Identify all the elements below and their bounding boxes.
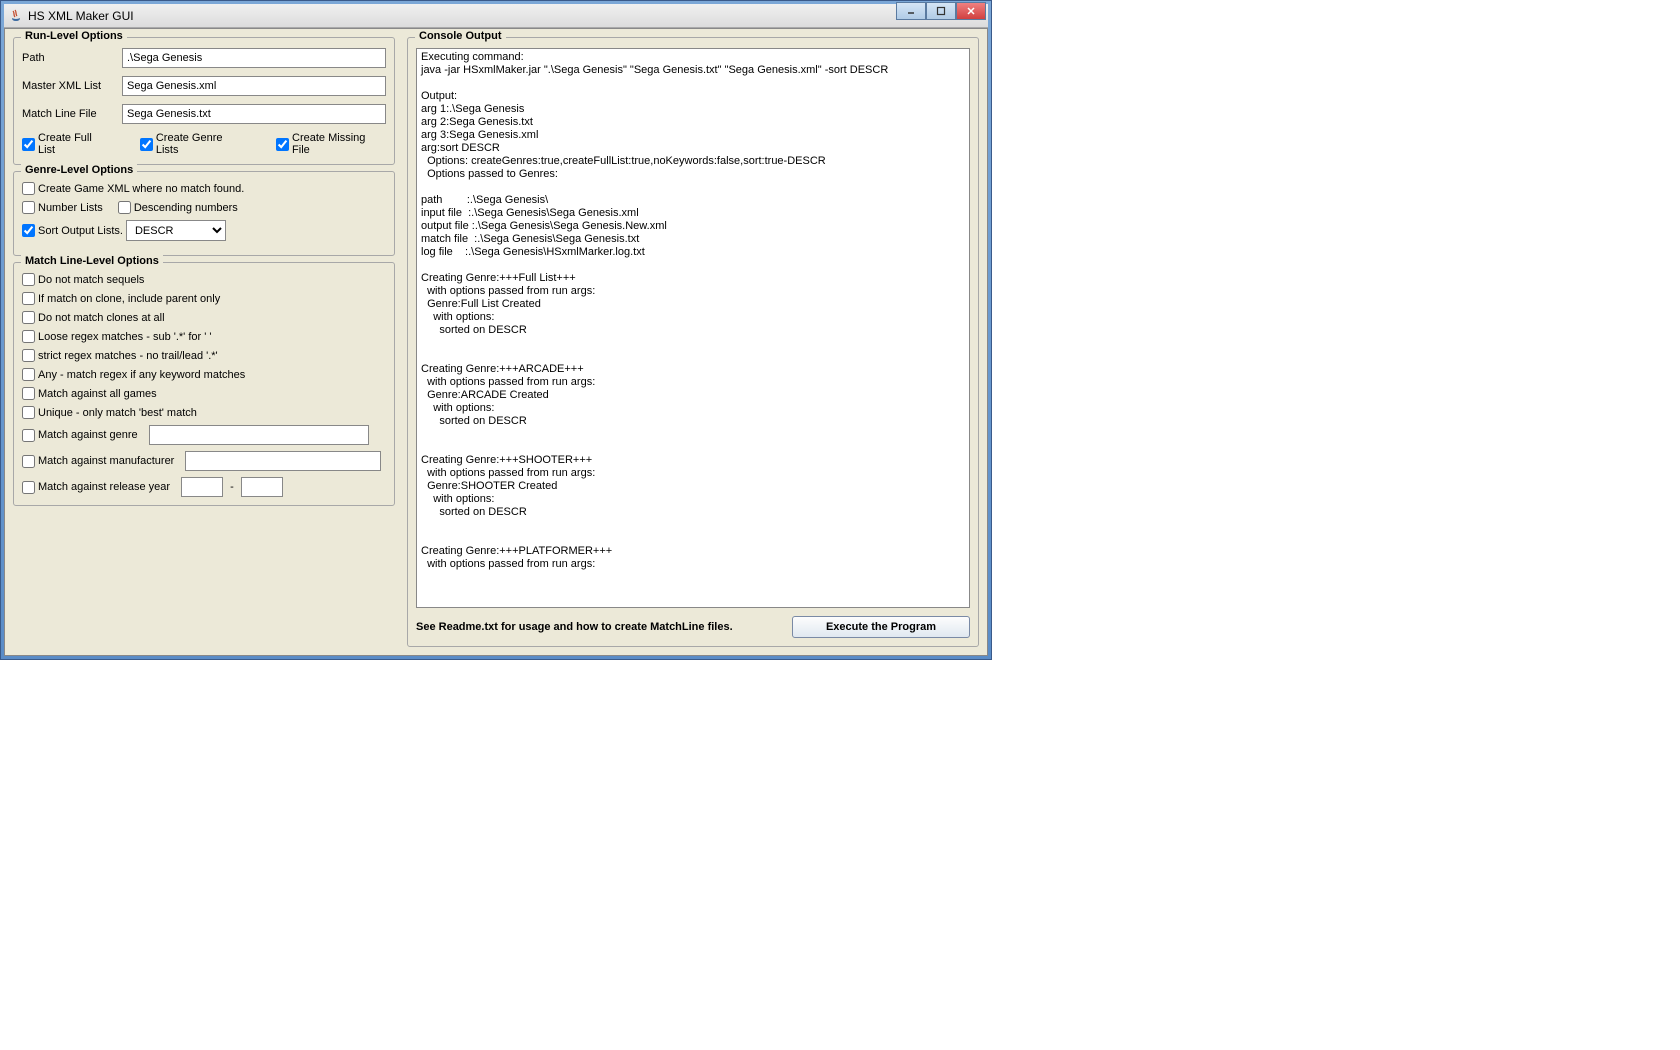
descending-numbers-checkbox[interactable] (118, 201, 131, 214)
match-level-legend: Match Line-Level Options (21, 255, 163, 267)
run-level-group: Run-Level Options Path Master XML List M… (13, 37, 395, 165)
footer-row: See Readme.txt for usage and how to crea… (416, 616, 970, 638)
any-match-label: Any - match regex if any keyword matches (38, 369, 245, 381)
titlebar: HS XML Maker GUI (4, 4, 988, 28)
unique-best-label: Unique - only match 'best' match (38, 407, 197, 419)
path-row: Path (22, 48, 386, 68)
match-year-row: Match against release year - (22, 477, 386, 497)
all-games-checkbox[interactable] (22, 387, 35, 400)
path-input[interactable] (122, 48, 386, 68)
all-games-label: Match against all games (38, 388, 157, 400)
match-manufacturer-label: Match against manufacturer (38, 455, 174, 467)
run-level-legend: Run-Level Options (21, 30, 127, 42)
match-genre-row: Match against genre (22, 425, 386, 445)
sort-output-label: Sort Output Lists. (38, 225, 123, 237)
master-row: Master XML List (22, 76, 386, 96)
create-missing-file-check[interactable]: Create Missing File (276, 132, 386, 156)
loose-regex-row: Loose regex matches - sub '.*' for ' ' (22, 330, 386, 343)
create-genre-lists-label: Create Genre Lists (156, 132, 248, 156)
match-year-checkbox[interactable] (22, 481, 35, 494)
strict-regex-label: strict regex matches - no trail/lead '.*… (38, 350, 218, 362)
match-manufacturer-checkbox[interactable] (22, 455, 35, 468)
client-area: Run-Level Options Path Master XML List M… (4, 28, 988, 656)
create-full-list-label: Create Full List (38, 132, 112, 156)
left-column: Run-Level Options Path Master XML List M… (13, 37, 395, 647)
right-column: Console Output See Readme.txt for usage … (407, 37, 979, 647)
match-manufacturer-row: Match against manufacturer (22, 451, 386, 471)
no-sequels-row: Do not match sequels (22, 273, 386, 286)
execute-button[interactable]: Execute the Program (792, 616, 970, 638)
descending-numbers-row: Descending numbers (118, 201, 238, 214)
match-year-label: Match against release year (38, 481, 170, 493)
match-genre-label: Match against genre (38, 429, 138, 441)
create-missing-file-label: Create Missing File (292, 132, 386, 156)
matchline-label: Match Line File (22, 108, 122, 120)
any-match-row: Any - match regex if any keyword matches (22, 368, 386, 381)
match-genre-checkbox[interactable] (22, 429, 35, 442)
number-lists-label: Number Lists (38, 202, 103, 214)
close-button[interactable] (956, 2, 986, 20)
no-sequels-label: Do not match sequels (38, 274, 144, 286)
all-games-row: Match against all games (22, 387, 386, 400)
number-lists-row: Number Lists (22, 201, 103, 214)
genre-level-legend: Genre-Level Options (21, 164, 137, 176)
unique-best-checkbox[interactable] (22, 406, 35, 419)
no-clones-label: Do not match clones at all (38, 312, 165, 324)
genre-level-group: Genre-Level Options Create Game XML wher… (13, 171, 395, 256)
unique-best-row: Unique - only match 'best' match (22, 406, 386, 419)
match-manufacturer-input[interactable] (185, 451, 381, 471)
clone-parent-row: If match on clone, include parent only (22, 292, 386, 305)
match-level-group: Match Line-Level Options Do not match se… (13, 262, 395, 506)
console-output[interactable] (416, 48, 970, 608)
console-group: Console Output See Readme.txt for usage … (407, 37, 979, 647)
year-to-input[interactable] (241, 477, 283, 497)
create-genre-lists-check[interactable]: Create Genre Lists (140, 132, 248, 156)
any-match-checkbox[interactable] (22, 368, 35, 381)
clone-parent-checkbox[interactable] (22, 292, 35, 305)
strict-regex-checkbox[interactable] (22, 349, 35, 362)
app-window: HS XML Maker GUI Run-Level Options Path … (0, 0, 992, 660)
window-title: HS XML Maker GUI (28, 9, 134, 23)
create-full-list-check[interactable]: Create Full List (22, 132, 112, 156)
create-missing-file-checkbox[interactable] (276, 138, 289, 151)
number-lists-checkbox[interactable] (22, 201, 35, 214)
year-separator: - (230, 481, 234, 493)
create-game-xml-checkbox[interactable] (22, 182, 35, 195)
run-checks-row: Create Full List Create Genre Lists Crea… (22, 132, 386, 156)
descending-numbers-label: Descending numbers (134, 202, 238, 214)
loose-regex-label: Loose regex matches - sub '.*' for ' ' (38, 331, 211, 343)
console-legend: Console Output (415, 30, 506, 42)
java-icon (8, 8, 24, 24)
matchline-row: Match Line File (22, 104, 386, 124)
master-input[interactable] (122, 76, 386, 96)
loose-regex-checkbox[interactable] (22, 330, 35, 343)
sort-output-checkbox[interactable] (22, 224, 35, 237)
matchline-input[interactable] (122, 104, 386, 124)
sort-output-row: Sort Output Lists. DESCR (22, 220, 386, 241)
minimize-button[interactable] (896, 2, 926, 20)
create-game-xml-label: Create Game XML where no match found. (38, 183, 244, 195)
clone-parent-label: If match on clone, include parent only (38, 293, 220, 305)
master-label: Master XML List (22, 80, 122, 92)
match-genre-input[interactable] (149, 425, 369, 445)
year-from-input[interactable] (181, 477, 223, 497)
readme-text: See Readme.txt for usage and how to crea… (416, 621, 733, 633)
sort-dropdown[interactable]: DESCR (126, 220, 226, 241)
no-clones-row: Do not match clones at all (22, 311, 386, 324)
strict-regex-row: strict regex matches - no trail/lead '.*… (22, 349, 386, 362)
create-game-xml-row: Create Game XML where no match found. (22, 182, 386, 195)
no-clones-checkbox[interactable] (22, 311, 35, 324)
path-label: Path (22, 52, 122, 64)
maximize-button[interactable] (926, 2, 956, 20)
create-full-list-checkbox[interactable] (22, 138, 35, 151)
create-genre-lists-checkbox[interactable] (140, 138, 153, 151)
no-sequels-checkbox[interactable] (22, 273, 35, 286)
window-controls (896, 2, 986, 20)
